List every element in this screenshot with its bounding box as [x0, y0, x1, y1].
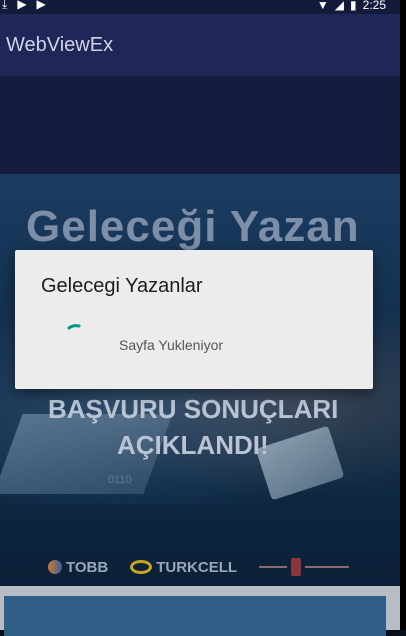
- tobb-logo: TOBB: [48, 559, 108, 576]
- signal-icon: ◢: [334, 0, 345, 12]
- sponsor-logos: TOBB TURKCELL: [0, 548, 400, 586]
- turkcell-logo: TURKCELL: [130, 559, 237, 576]
- webpage-content-block[interactable]: [4, 596, 386, 636]
- tobb-icon: [48, 560, 62, 574]
- screen-edge: [400, 0, 406, 630]
- banner-subtitle-line2: AÇIKLANDI!: [117, 430, 269, 460]
- play-store-icon: ▶: [17, 0, 27, 11]
- banner-binary-text: 0110: [108, 474, 132, 486]
- app-title: WebViewEx: [6, 34, 114, 56]
- ministry-logo: [259, 558, 350, 576]
- play-icon: ▶: [36, 0, 46, 11]
- turkcell-icon: [130, 560, 153, 574]
- status-bar: ⤓ ▶ ▶ ▼ ◢ ▮ 2:25: [0, 0, 400, 14]
- turkcell-label: TURKCELL: [156, 558, 238, 576]
- progress-dialog: Gelecegi Yazanlar Sayfa Yukleniyor: [15, 250, 373, 389]
- dialog-title: Gelecegi Yazanlar: [41, 275, 203, 297]
- webview-top-area: [0, 76, 400, 174]
- banner-subtitle-line1: BAŞVURU SONUÇLARI: [48, 394, 339, 424]
- status-time: 2:25: [362, 0, 386, 12]
- battery-icon: ▮: [350, 0, 357, 12]
- ministry-icon: [291, 558, 302, 576]
- webpage-bottom-section: [0, 586, 400, 636]
- loading-spinner-icon: [67, 324, 81, 330]
- banner-headline: Geleceği Yazan: [26, 202, 360, 251]
- dialog-message: Sayfa Yukleniyor: [119, 337, 224, 353]
- download-icon: ⤓: [2, 0, 8, 11]
- tobb-label: TOBB: [66, 558, 109, 576]
- app-bar: WebViewEx: [0, 14, 400, 76]
- wifi-icon: ▼: [316, 0, 329, 12]
